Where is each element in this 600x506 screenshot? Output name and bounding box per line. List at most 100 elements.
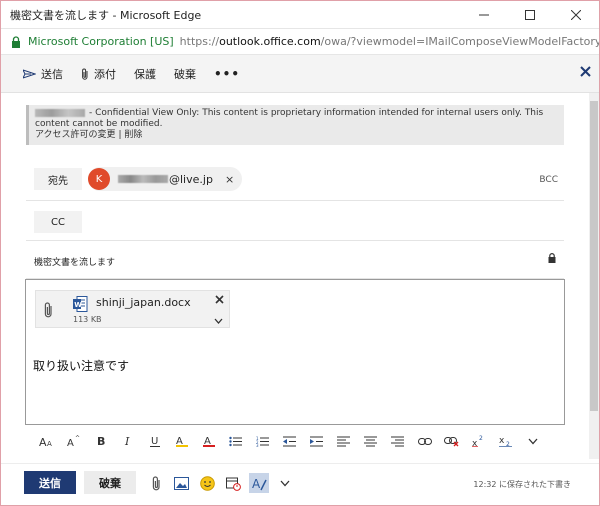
redacted-sender bbox=[35, 108, 85, 117]
remove-permission-link[interactable]: 削除 bbox=[124, 130, 142, 140]
calendar-clock-icon bbox=[225, 477, 241, 491]
close-window-button[interactable] bbox=[553, 1, 599, 28]
address-bar[interactable]: Microsoft Corporation [US] https:// outl… bbox=[1, 28, 599, 55]
send-label: 送信 bbox=[41, 67, 63, 81]
attach-command[interactable]: 添付 bbox=[81, 66, 116, 82]
action-bar: 送信 破棄 A 12:32 に保存された下書き bbox=[1, 463, 599, 505]
info-message-line: - Confidential View Only: This content i… bbox=[35, 108, 558, 130]
align-center-icon[interactable] bbox=[357, 430, 384, 452]
underline-icon[interactable]: U bbox=[141, 430, 168, 452]
svg-text:U: U bbox=[151, 436, 158, 447]
format-text-button[interactable]: A bbox=[249, 473, 269, 493]
insert-emoji-button[interactable] bbox=[197, 473, 217, 493]
font-color-icon[interactable]: A bbox=[195, 430, 222, 452]
more-actions-button[interactable] bbox=[275, 473, 295, 493]
message-body-editor[interactable]: W shinji_japan.docx 113 KB 取り扱い注意です bbox=[25, 279, 565, 425]
increase-indent-icon[interactable] bbox=[303, 430, 330, 452]
to-button[interactable]: 宛先 bbox=[34, 168, 82, 190]
chevron-down-icon bbox=[280, 480, 290, 486]
recipient-chip[interactable]: K @live.jp × bbox=[88, 167, 243, 191]
info-links: アクセス許可の変更 | 削除 bbox=[35, 130, 558, 141]
change-permission-link[interactable]: アクセス許可の変更 bbox=[35, 130, 116, 140]
more-options-button[interactable]: ••• bbox=[214, 67, 240, 81]
message-body-text[interactable]: 取り扱い注意です bbox=[33, 357, 129, 374]
align-left-icon[interactable] bbox=[330, 430, 357, 452]
bcc-button[interactable]: BCC bbox=[539, 175, 558, 185]
svg-text:3: 3 bbox=[256, 443, 259, 447]
url-scheme: https:// bbox=[179, 35, 220, 48]
close-icon bbox=[580, 66, 591, 77]
svg-text:A: A bbox=[39, 436, 47, 447]
send-command[interactable]: 送信 bbox=[23, 66, 63, 82]
svg-text:I: I bbox=[124, 435, 130, 447]
superscript-icon[interactable]: x2 bbox=[465, 430, 492, 452]
insert-link-icon[interactable] bbox=[411, 430, 438, 452]
info-message: - Confidential View Only: This content i… bbox=[35, 108, 544, 129]
svg-text:^: ^ bbox=[75, 435, 80, 442]
decrease-indent-icon[interactable] bbox=[276, 430, 303, 452]
attachment-name[interactable]: shinji_japan.docx bbox=[96, 296, 191, 309]
remove-recipient-button[interactable]: × bbox=[225, 173, 234, 186]
font-size-icon[interactable]: AA bbox=[33, 430, 60, 452]
discard-command[interactable]: 破棄 bbox=[174, 66, 196, 82]
italic-icon[interactable]: I bbox=[114, 430, 141, 452]
format-pen-icon: A bbox=[252, 477, 267, 491]
avatar: K bbox=[88, 168, 110, 190]
bullets-icon[interactable] bbox=[222, 430, 249, 452]
close-icon bbox=[571, 9, 581, 20]
attachment-size: 113 KB bbox=[73, 315, 102, 324]
chevron-down-icon[interactable] bbox=[214, 314, 223, 327]
browser-window: 機密文書を流します - Microsoft Edge Microsoft Cor… bbox=[0, 0, 600, 506]
send-icon bbox=[23, 68, 36, 79]
url-host: outlook.office.com bbox=[219, 35, 321, 48]
grow-font-icon[interactable]: A ^ bbox=[60, 430, 87, 452]
attach-label: 添付 bbox=[94, 67, 116, 81]
svg-text:A: A bbox=[47, 440, 52, 447]
subscript-icon[interactable]: x2 bbox=[492, 430, 519, 452]
schedule-button[interactable] bbox=[223, 473, 243, 493]
attach-file-button[interactable] bbox=[146, 473, 166, 493]
svg-text:2: 2 bbox=[479, 435, 483, 442]
title-bar: 機密文書を流します - Microsoft Edge bbox=[1, 1, 599, 28]
svg-text:x: x bbox=[472, 439, 478, 447]
close-compose-button[interactable] bbox=[580, 66, 591, 80]
svg-text:A: A bbox=[252, 477, 261, 491]
url-path: /owa/?viewmodel=IMailComposeViewModelFac… bbox=[320, 35, 599, 48]
lock-icon bbox=[548, 253, 556, 266]
minimize-icon bbox=[479, 14, 489, 15]
word-doc-icon: W bbox=[73, 296, 88, 315]
emoji-icon bbox=[199, 475, 215, 491]
compose-pane: - Confidential View Only: This content i… bbox=[1, 93, 599, 505]
protect-label: 保護 bbox=[134, 67, 156, 81]
minimize-button[interactable] bbox=[461, 1, 507, 28]
paperclip-icon bbox=[82, 68, 88, 80]
subject-input[interactable]: 機密文書を流します bbox=[34, 255, 115, 268]
align-right-icon[interactable] bbox=[384, 430, 411, 452]
send-button[interactable]: 送信 bbox=[24, 471, 76, 494]
chevron-down-icon[interactable] bbox=[519, 430, 546, 452]
maximize-button[interactable] bbox=[507, 1, 553, 28]
highlight-icon[interactable]: A bbox=[168, 430, 195, 452]
attachment-card[interactable]: W shinji_japan.docx 113 KB bbox=[35, 290, 230, 328]
discard-label: 破棄 bbox=[174, 67, 196, 81]
scrollbar-thumb[interactable] bbox=[590, 101, 598, 411]
cc-button[interactable]: CC bbox=[34, 211, 82, 233]
insert-picture-button[interactable] bbox=[171, 473, 191, 493]
subject-row[interactable]: 機密文書を流します bbox=[26, 241, 564, 279]
protect-command[interactable]: 保護 bbox=[134, 66, 156, 82]
bold-icon[interactable]: B bbox=[87, 430, 114, 452]
certificate-org: Microsoft Corporation [US] bbox=[28, 35, 174, 48]
numbering-icon[interactable]: 123 bbox=[249, 430, 276, 452]
to-row: 宛先 K @live.jp × BCC bbox=[26, 159, 564, 201]
close-icon bbox=[215, 295, 224, 304]
remove-link-icon[interactable] bbox=[438, 430, 465, 452]
info-banner: - Confidential View Only: This content i… bbox=[26, 105, 564, 145]
svg-text:A: A bbox=[67, 438, 74, 447]
svg-text:2: 2 bbox=[506, 441, 510, 447]
cc-row: CC bbox=[26, 201, 564, 241]
command-bar: 送信 添付 保護 破棄 ••• bbox=[1, 55, 599, 93]
maximize-icon bbox=[525, 9, 535, 20]
discard-button[interactable]: 破棄 bbox=[84, 471, 136, 494]
remove-attachment-button[interactable] bbox=[215, 294, 224, 307]
padlock-icon[interactable] bbox=[11, 35, 21, 48]
